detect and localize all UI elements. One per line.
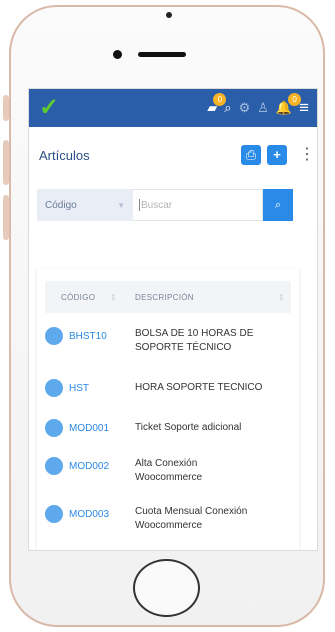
page-header: Artículos ⎙ + ⋮ bbox=[29, 127, 317, 183]
user-icon[interactable]: ♙ bbox=[257, 101, 269, 115]
articles-table: CÓDIGO ⇕ DESCRIPCIÓN ⇕ BHST10 BOLSA DE 1… bbox=[37, 269, 299, 550]
phone-volume-up bbox=[3, 140, 9, 185]
menu-icon[interactable]: ≡ bbox=[299, 99, 309, 116]
row-toggle-icon[interactable] bbox=[45, 327, 63, 345]
sort-icon: ⇕ bbox=[277, 292, 285, 302]
column-header-description[interactable]: DESCRIPCIÓN ⇕ bbox=[121, 293, 291, 302]
text-cursor bbox=[139, 199, 140, 211]
row-toggle-icon[interactable] bbox=[45, 379, 63, 397]
table-row[interactable]: MOD001 Ticket Soporte adicional bbox=[37, 419, 299, 437]
column-header-code[interactable]: CÓDIGO ⇕ bbox=[45, 293, 121, 302]
field-select-value: Código bbox=[45, 199, 77, 211]
table-row[interactable]: MOD002 Alta Conexión Woocommerce bbox=[37, 457, 299, 485]
table-row[interactable]: HST HORA SOPORTE TECNICO bbox=[37, 379, 299, 397]
search-icon[interactable]: ⌕ bbox=[224, 101, 231, 115]
top-bar-icons: ▰ 0 ⌕ ⚙ ♙ 🔔 0 ≡ bbox=[207, 93, 309, 116]
top-navigation-bar: ✓ ▰ 0 ⌕ ⚙ ♙ 🔔 0 ≡ bbox=[29, 89, 317, 127]
notifications-icon[interactable]: 🔔 0 bbox=[276, 93, 302, 115]
settings-icon[interactable]: ⚙ bbox=[239, 101, 251, 115]
chat-icon[interactable]: ▰ 0 bbox=[207, 93, 227, 115]
row-toggle-icon[interactable] bbox=[45, 419, 63, 437]
search-filter-bar: Código ▼ Buscar ⌕ bbox=[37, 189, 317, 221]
sort-icon: ⇕ bbox=[109, 292, 117, 302]
row-code[interactable]: HST bbox=[69, 383, 89, 394]
table-row[interactable]: BHST10 BOLSA DE 10 HORAS DE SOPORTE TÉCN… bbox=[37, 327, 299, 355]
row-description: Alta Conexión Woocommerce bbox=[135, 458, 203, 483]
row-toggle-icon[interactable] bbox=[45, 457, 63, 475]
search-placeholder: Buscar bbox=[141, 199, 173, 211]
row-code[interactable]: MOD002 bbox=[69, 461, 109, 472]
row-description: Ticket Soporte adicional bbox=[135, 422, 242, 433]
phone-speaker bbox=[138, 52, 186, 57]
chevron-down-icon: ▼ bbox=[117, 200, 125, 210]
search-icon: ⌕ bbox=[274, 198, 282, 211]
print-button[interactable]: ⎙ bbox=[241, 145, 261, 165]
phone-front-sensor bbox=[113, 50, 122, 59]
field-select[interactable]: Código ▼ bbox=[37, 189, 133, 221]
phone-volume-down bbox=[3, 195, 9, 240]
row-toggle-icon[interactable] bbox=[45, 505, 63, 523]
row-description: Cuota Mensual Conexión Woocommerce bbox=[135, 506, 248, 531]
search-button[interactable]: ⌕ bbox=[263, 189, 293, 221]
row-code[interactable]: MOD001 bbox=[69, 423, 109, 434]
app-logo[interactable]: ✓ bbox=[39, 89, 59, 127]
search-input[interactable]: Buscar bbox=[133, 189, 263, 221]
row-code[interactable]: BHST10 bbox=[69, 331, 107, 342]
row-code[interactable]: MOD003 bbox=[69, 509, 109, 520]
row-description: BOLSA DE 10 HORAS DE SOPORTE TÉCNICO bbox=[135, 328, 254, 353]
home-button[interactable] bbox=[133, 559, 200, 617]
more-options-icon[interactable]: ⋮ bbox=[299, 145, 315, 165]
table-row[interactable]: MOD003 Cuota Mensual Conexión Woocommerc… bbox=[37, 505, 299, 533]
add-button[interactable]: + bbox=[267, 145, 287, 165]
phone-camera bbox=[166, 12, 172, 18]
phone-side-button bbox=[3, 95, 9, 121]
row-description: HORA SOPORTE TECNICO bbox=[135, 382, 263, 393]
table-header: CÓDIGO ⇕ DESCRIPCIÓN ⇕ bbox=[45, 281, 291, 313]
app-screen: ✓ ▰ 0 ⌕ ⚙ ♙ 🔔 0 ≡ Artículos ⎙ + ⋮ Código… bbox=[28, 88, 318, 551]
page-title: Artículos bbox=[39, 147, 90, 163]
page-actions: ⎙ + ⋮ bbox=[241, 145, 315, 165]
